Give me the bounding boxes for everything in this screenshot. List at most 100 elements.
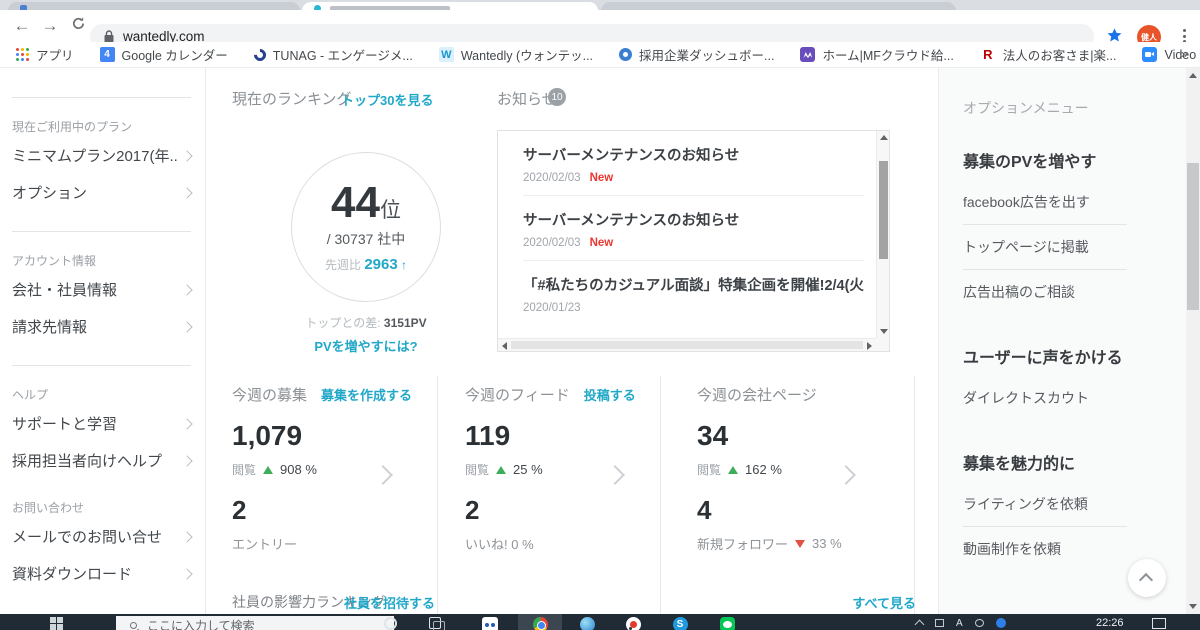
scrollbar-thumb[interactable] xyxy=(879,161,888,259)
bookmarks-bar: アプリ 4Google カレンダー TUNAG - エンゲージメ... WWanted… xyxy=(0,42,1200,68)
stat-primary-metric: 閲覧162 % xyxy=(697,461,917,478)
sidebar-item-label: 会社・社員情報 xyxy=(12,279,117,300)
option-menu-item[interactable]: 広告出稿のご相談 xyxy=(963,269,1127,314)
chevron-up-icon xyxy=(1139,573,1153,587)
sidebar-item[interactable]: 採用担当者向けヘルプ xyxy=(12,442,191,479)
start-button[interactable] xyxy=(50,617,63,630)
tray-monitor-icon[interactable] xyxy=(935,619,944,627)
scrollbar-thumb[interactable] xyxy=(511,341,863,349)
action-center-icon[interactable] xyxy=(1152,618,1166,629)
triangle-up-icon xyxy=(263,466,273,474)
option-menu-item[interactable]: facebook広告を出す xyxy=(963,180,1127,224)
invite-employees-link[interactable]: 社員を招待する xyxy=(344,593,435,612)
sidebar-item[interactable]: 資料ダウンロード xyxy=(12,555,191,592)
chevron-right-icon xyxy=(181,418,192,429)
stat-card-header: 今週の会社ページ xyxy=(697,384,917,405)
tray-icon[interactable] xyxy=(975,619,984,627)
ranking-circle: 44位 / 30737 社中 先週比 2963 ↑ xyxy=(291,152,441,302)
bookmarks-overflow-icon[interactable]: » xyxy=(1181,46,1188,61)
notifications-horizontal-scrollbar[interactable] xyxy=(498,338,876,351)
scroll-left-icon[interactable] xyxy=(502,342,507,350)
browser-tab-strip xyxy=(0,0,1200,10)
left-sidebar: 現在ご利用中のプランミニマムプラン2017(年...オプションアカウント情報会社… xyxy=(0,68,206,614)
bookmark-label: Wantedly (ウォンテッ... xyxy=(461,45,593,64)
option-menu-item[interactable]: 動画制作を依頼 xyxy=(963,526,1127,571)
taskbar-clock[interactable]: 22:26 xyxy=(1096,617,1124,629)
sidebar-item[interactable]: メールでのお問い合せ xyxy=(12,518,191,555)
stat-primary-metric: 閲覧25 % xyxy=(465,461,680,478)
notifications-vertical-scrollbar[interactable] xyxy=(876,131,889,338)
cortana-icon[interactable] xyxy=(380,617,400,630)
system-tray[interactable]: A xyxy=(916,618,1006,629)
browser-menu-icon[interactable] xyxy=(1176,29,1192,43)
windows-taskbar: ここに入力して検索 S A 22:26 xyxy=(0,614,1200,630)
scroll-down-icon[interactable] xyxy=(880,329,888,334)
see-all-link[interactable]: すべて見る xyxy=(852,593,916,612)
tray-network-icon[interactable] xyxy=(996,618,1006,628)
line-icon[interactable] xyxy=(717,617,737,630)
stat-card-action-link[interactable]: 募集を作成する xyxy=(321,385,412,404)
chrome-icon[interactable] xyxy=(530,617,550,630)
metric-delta: 33 % xyxy=(812,536,842,551)
sidebar-group-label: 現在ご利用中のプラン xyxy=(12,118,191,135)
sidebar-item[interactable]: サポートと学習 xyxy=(12,405,191,442)
scroll-right-icon[interactable] xyxy=(867,342,872,350)
scroll-down-icon[interactable] xyxy=(1189,604,1197,609)
stat-secondary-value: 4 xyxy=(697,495,917,526)
option-group-items: ライティングを依頼動画制作を依頼 xyxy=(963,482,1127,571)
notification-meta: 2020/01/23 xyxy=(523,302,864,314)
option-menu-item[interactable]: トップページに掲載 xyxy=(963,224,1127,269)
bookmark-item[interactable]: ホーム|MFクラウド給... xyxy=(800,45,953,64)
forward-button[interactable]: → xyxy=(38,14,62,38)
edge-icon[interactable] xyxy=(577,617,597,630)
stat-card-action-link[interactable]: 投稿する xyxy=(584,385,636,404)
option-group-items: facebook広告を出すトップページに掲載広告出稿のご相談 xyxy=(963,180,1127,314)
scrollbar-thumb[interactable] xyxy=(1187,163,1199,310)
notification-title: サーバーメンテナンスのお知らせ xyxy=(523,209,864,230)
bookmark-label: ホーム|MFクラウド給... xyxy=(822,45,953,64)
tray-expand-icon[interactable] xyxy=(915,620,925,630)
calendar-icon: 4 xyxy=(100,47,115,62)
bookmark-item[interactable]: WWantedly (ウォンテッ... xyxy=(439,45,593,64)
scroll-to-top-button[interactable] xyxy=(1128,559,1166,597)
ime-mode-indicator[interactable]: A xyxy=(956,618,963,629)
taskbar-search-input[interactable]: ここに入力して検索 xyxy=(116,616,394,630)
notification-item[interactable]: 「#私たちのカジュアル面談」特集企画を開催!2/4(火)より 2020/01/23 xyxy=(523,261,864,325)
notification-title: 「#私たちのカジュアル面談」特集企画を開催!2/4(火)より xyxy=(523,274,864,295)
firefox-icon[interactable] xyxy=(623,617,643,630)
notification-date: 2020/02/03 xyxy=(523,172,581,184)
stat-card-header: 今週の募集募集を作成する xyxy=(232,384,432,405)
task-view-icon[interactable] xyxy=(425,617,445,630)
notification-item[interactable]: サーバーメンテナンスのお知らせ2020/02/03New xyxy=(523,131,864,196)
stat-secondary-metric: いいね! 0 % xyxy=(465,534,680,553)
chevron-right-icon xyxy=(181,531,192,542)
scroll-up-icon[interactable] xyxy=(880,135,888,140)
option-menu-item[interactable]: ダイレクトスカウト xyxy=(963,376,1127,420)
back-button[interactable]: ← xyxy=(10,14,34,38)
sidebar-item[interactable]: オプション xyxy=(12,174,191,211)
metric-label: いいね! 0 % xyxy=(465,534,534,553)
sidebar-item[interactable]: 会社・社員情報 xyxy=(12,271,191,308)
sidebar-item[interactable]: ミニマムプラン2017(年... xyxy=(12,137,191,174)
browser-scrollbar[interactable] xyxy=(1186,68,1200,614)
stat-card-2: 今週のフィード投稿する119閲覧25 %2いいね! 0 % xyxy=(465,384,680,553)
bookmark-item[interactable]: TUNAG - エンゲージメ... xyxy=(254,45,413,64)
skype-icon[interactable]: S xyxy=(670,617,690,630)
bookmark-item[interactable]: Video Conferencing... xyxy=(1142,47,1200,62)
bookmark-item[interactable]: 4Google カレンダー xyxy=(100,45,228,64)
metric-delta: 908 % xyxy=(280,462,317,477)
reload-button[interactable] xyxy=(66,14,90,38)
bookmark-item[interactable]: アプリ xyxy=(16,45,74,64)
notification-item[interactable]: サーバーメンテナンスのお知らせ2020/02/03New xyxy=(523,196,864,261)
bookmark-label: 採用企業ダッシュボー... xyxy=(639,45,774,64)
sidebar-item[interactable]: 請求先情報 xyxy=(12,308,191,345)
pinned-app-icon[interactable] xyxy=(480,617,500,630)
top30-link[interactable]: トップ30を見る xyxy=(341,90,433,109)
bookmark-item[interactable]: 採用企業ダッシュボー... xyxy=(619,45,774,64)
option-menu-item[interactable]: ライティングを依頼 xyxy=(963,482,1127,526)
increase-pv-link[interactable]: PVを増やすには? xyxy=(266,336,466,356)
scroll-up-icon[interactable] xyxy=(1189,73,1197,78)
bookmark-item[interactable]: R法人のお客さま|楽... xyxy=(980,45,1117,64)
sidebar-divider xyxy=(12,97,191,98)
triangle-up-icon xyxy=(496,466,506,474)
